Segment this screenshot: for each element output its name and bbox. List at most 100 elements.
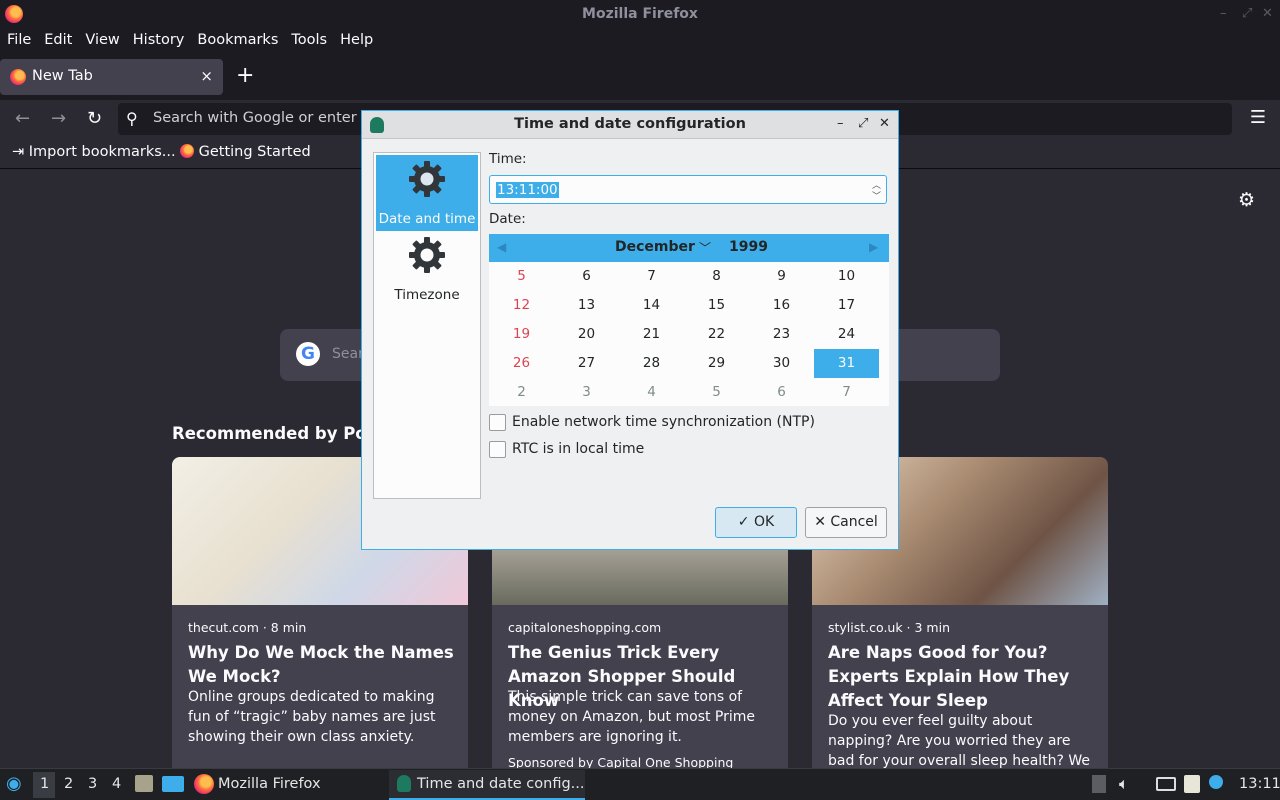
- menu-file[interactable]: File: [6, 29, 38, 55]
- calendar-day[interactable]: 6: [554, 262, 619, 291]
- time-config-icon: [397, 775, 411, 792]
- calendar-day[interactable]: 24: [814, 320, 879, 349]
- gear-icon[interactable]: ⚙: [1238, 189, 1255, 211]
- calendar-day[interactable]: 14: [619, 291, 684, 320]
- show-desktop-icon[interactable]: [162, 776, 184, 792]
- app-launcher-icon[interactable]: ◉: [6, 773, 22, 794]
- file-manager-icon[interactable]: [135, 775, 153, 792]
- rtc-checkbox[interactable]: [489, 441, 506, 458]
- calendar-day[interactable]: 15: [684, 291, 749, 320]
- calendar-day[interactable]: 8: [684, 262, 749, 291]
- menu-help[interactable]: Help: [339, 29, 380, 55]
- calendar-day[interactable]: 30: [749, 349, 814, 378]
- calendar-day[interactable]: 5: [684, 378, 749, 407]
- firefox-icon: [194, 774, 214, 794]
- workspace-4[interactable]: 4: [112, 776, 121, 792]
- tray-arrow-icon[interactable]: [1092, 775, 1106, 793]
- bookmark-import[interactable]: ⇥ Import bookmarks...: [12, 144, 176, 160]
- calendar-day[interactable]: 28: [619, 349, 684, 378]
- calendar-day[interactable]: 27: [554, 349, 619, 378]
- forward-arrow-icon[interactable]: →: [51, 108, 66, 129]
- calendar-day[interactable]: 10: [814, 262, 879, 291]
- calendar-day[interactable]: 26: [489, 349, 554, 378]
- new-tab-button[interactable]: +: [236, 63, 254, 88]
- menu-history[interactable]: History: [132, 29, 192, 55]
- clipboard-icon[interactable]: [1184, 775, 1200, 793]
- ok-button[interactable]: ✓ OK: [715, 507, 797, 538]
- month-selector[interactable]: December: [615, 239, 695, 255]
- calendar-day[interactable]: 4: [619, 378, 684, 407]
- time-input[interactable]: 13:11:00 ︿ ﹀: [489, 175, 887, 204]
- calendar-day[interactable]: 13: [554, 291, 619, 320]
- calendar-day[interactable]: 5: [489, 262, 554, 291]
- calendar-day[interactable]: 3: [554, 378, 619, 407]
- url-placeholder: Search with Google or enter a: [153, 110, 371, 126]
- gear-icon: [409, 161, 445, 197]
- category-date-and-time[interactable]: Date and time: [376, 155, 478, 231]
- cancel-button[interactable]: ✕ Cancel: [805, 507, 887, 538]
- minimize-icon[interactable]: –: [837, 116, 844, 131]
- category-list: Date and time Timezone: [373, 152, 481, 499]
- menu-edit[interactable]: Edit: [43, 29, 79, 55]
- hamburger-menu-icon[interactable]: ☰: [1250, 107, 1266, 128]
- bookmark-getting-started[interactable]: Getting Started: [180, 144, 311, 160]
- tab-bar: New Tab × +: [0, 55, 1280, 100]
- story-title: Are Naps Good for You? Experts Explain H…: [828, 643, 1070, 710]
- clock[interactable]: 13:11: [1239, 776, 1280, 792]
- workspace-3[interactable]: 3: [88, 776, 97, 792]
- year-selector[interactable]: 1999: [729, 239, 768, 255]
- reload-icon[interactable]: ↻: [87, 108, 102, 129]
- workspace-1[interactable]: 1: [40, 776, 49, 792]
- calendar-day[interactable]: 29: [684, 349, 749, 378]
- calendar-day[interactable]: 17: [814, 291, 879, 320]
- workspace-2[interactable]: 2: [64, 776, 73, 792]
- calendar-day[interactable]: 7: [619, 262, 684, 291]
- maximize-icon[interactable]: ⤢: [858, 116, 868, 131]
- category-label: Date and time: [378, 211, 476, 227]
- calendar-day[interactable]: 22: [684, 320, 749, 349]
- menu-tools[interactable]: Tools: [290, 29, 334, 55]
- volume-icon[interactable]: 🔈︎: [1119, 774, 1129, 794]
- calendar-day[interactable]: 19: [489, 320, 554, 349]
- calendar-day[interactable]: 21: [619, 320, 684, 349]
- calendar: ◀ December ﹀ 1999 ▶ 5 6 7 8 9 10 12 13 14 15 16 17 1…: [489, 234, 889, 406]
- menu-bookmarks[interactable]: Bookmarks: [196, 29, 285, 55]
- story-title: Why Do We Mock the Names We Mock?: [188, 643, 454, 686]
- maximize-icon[interactable]: ⤢: [1242, 6, 1252, 21]
- story-source: thecut.com · 8 min: [188, 620, 307, 635]
- calendar-day[interactable]: 31: [814, 349, 879, 378]
- network-icon[interactable]: [1156, 777, 1176, 791]
- calendar-day[interactable]: 12: [489, 291, 554, 320]
- gear-icon: [409, 237, 445, 273]
- menu-view[interactable]: View: [84, 29, 126, 55]
- bookmark-label: Getting Started: [198, 144, 311, 160]
- back-arrow-icon[interactable]: ←: [15, 108, 30, 129]
- dialog-titlebar[interactable]: Time and date configuration – ⤢ ✕: [362, 111, 898, 139]
- close-icon[interactable]: ✕: [1262, 6, 1273, 21]
- cancel-label: Cancel: [830, 514, 878, 530]
- next-month-icon[interactable]: ▶: [869, 240, 878, 254]
- spin-down-icon[interactable]: ﹀: [872, 189, 881, 202]
- previous-month-icon[interactable]: ◀: [497, 240, 506, 254]
- calendar-day[interactable]: 6: [749, 378, 814, 407]
- minimize-icon[interactable]: –: [1220, 6, 1227, 21]
- calendar-week-row: 12 13 14 15 16 17: [489, 291, 889, 320]
- close-icon[interactable]: ✕: [879, 116, 890, 131]
- category-label: Timezone: [394, 287, 460, 303]
- bookmark-label: Import bookmarks...: [28, 144, 176, 160]
- window-titlebar: Mozilla Firefox – ⤢ ✕: [0, 0, 1280, 29]
- search-placeholder: Sear: [332, 346, 364, 362]
- calendar-day[interactable]: 2: [489, 378, 554, 407]
- category-timezone[interactable]: Timezone: [376, 231, 478, 307]
- taskbar-firefox[interactable]: Mozilla Firefox: [218, 776, 321, 792]
- tab-close-icon[interactable]: ×: [200, 67, 213, 85]
- notification-icon[interactable]: [1209, 775, 1223, 789]
- chevron-down-icon[interactable]: ﹀: [699, 239, 711, 256]
- ntp-checkbox[interactable]: [489, 414, 506, 431]
- calendar-day[interactable]: 9: [749, 262, 814, 291]
- calendar-day[interactable]: 7: [814, 378, 879, 407]
- calendar-day[interactable]: 23: [749, 320, 814, 349]
- tab-new-tab[interactable]: New Tab ×: [0, 59, 223, 95]
- calendar-day[interactable]: 16: [749, 291, 814, 320]
- calendar-day[interactable]: 20: [554, 320, 619, 349]
